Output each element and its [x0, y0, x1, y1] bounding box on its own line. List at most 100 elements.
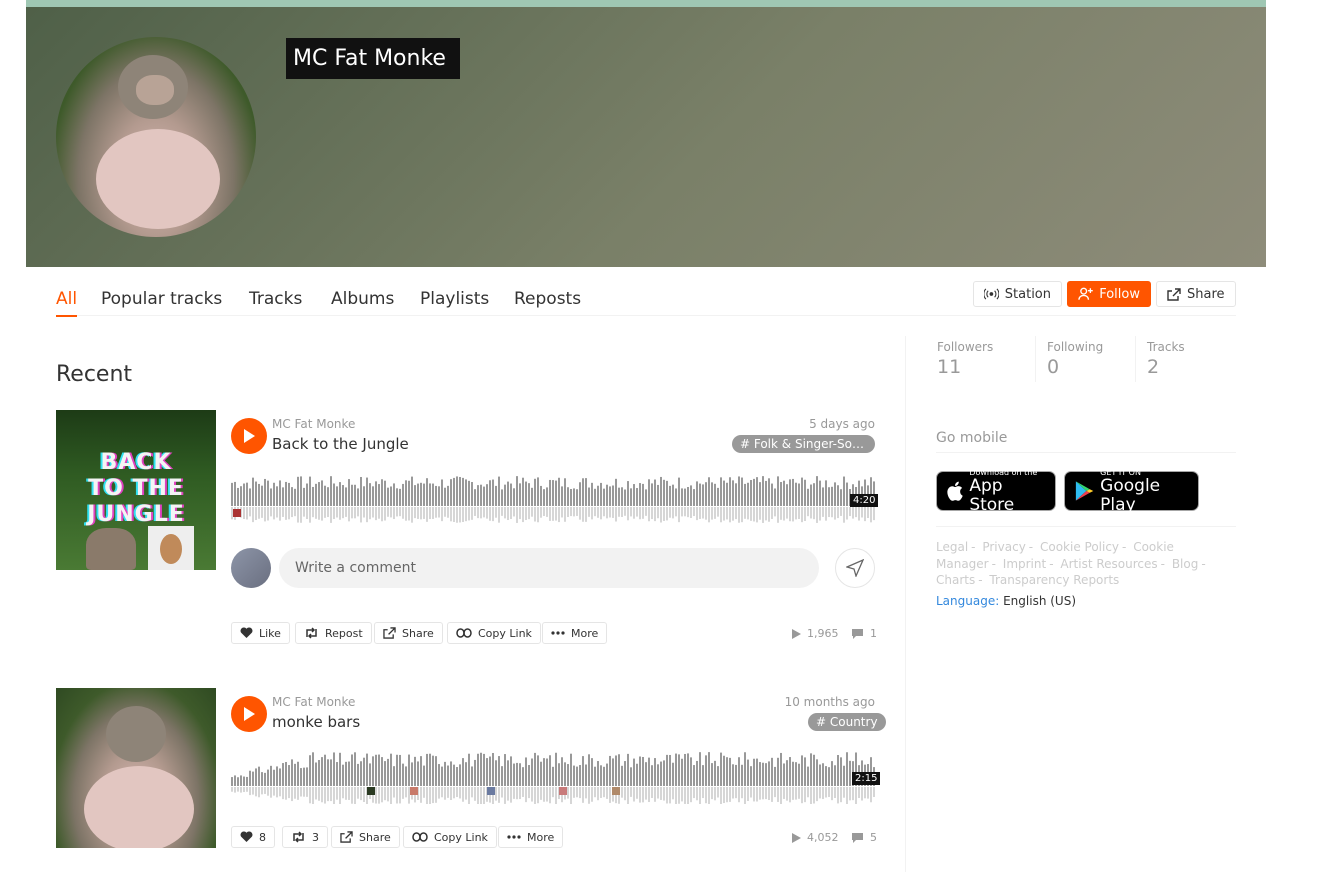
footer-link-artist-resources[interactable]: Artist Resources: [1060, 557, 1157, 571]
footer-link-privacy[interactable]: Privacy: [982, 540, 1025, 554]
follow-label: Follow: [1099, 286, 1140, 302]
waveform-bar: [408, 480, 410, 506]
google-play-badge[interactable]: GET IT ON Google Play: [1064, 468, 1199, 514]
waveform-bar: [363, 757, 365, 786]
waveform-bar-reflection: [612, 507, 614, 518]
footer-link-charts[interactable]: Charts: [936, 573, 975, 587]
follow-button[interactable]: Follow: [1067, 281, 1151, 307]
track-title[interactable]: Back to the Jungle: [272, 435, 409, 453]
track-artwork[interactable]: [56, 688, 216, 848]
waveform-bar: [417, 761, 419, 786]
comment-marker[interactable]: [612, 787, 620, 795]
waveform-bar-reflection: [642, 787, 644, 803]
genre-tag[interactable]: # Country: [808, 713, 886, 731]
waveform-bar-reflection: [549, 787, 551, 804]
comment-marker[interactable]: [559, 787, 567, 795]
waveform-bar: [819, 764, 821, 786]
footer-link-legal[interactable]: Legal: [936, 540, 968, 554]
repost-button[interactable]: 3: [282, 826, 328, 848]
waveform-bar: [651, 483, 653, 506]
waveform-bar: [297, 761, 299, 786]
waveform[interactable]: [231, 746, 875, 804]
waveform-bar-reflection: [249, 507, 251, 517]
copy-link-button[interactable]: Copy Link: [447, 622, 541, 644]
waveform-bar: [384, 480, 386, 506]
tab-popular-tracks[interactable]: Popular tracks: [101, 289, 222, 315]
waveform-bar: [294, 488, 296, 506]
share-button[interactable]: Share: [374, 622, 443, 644]
footer-link-imprint[interactable]: Imprint: [1003, 557, 1046, 571]
waveform-bar-reflection: [720, 507, 722, 523]
play-button[interactable]: [231, 418, 267, 454]
profile-avatar[interactable]: [56, 37, 256, 237]
waveform-bar-reflection: [246, 787, 248, 792]
waveform-bar-reflection: [591, 787, 593, 802]
waveform-bar: [744, 483, 746, 506]
waveform-bar: [255, 768, 257, 786]
waveform-bar: [588, 754, 590, 786]
waveform-bar: [483, 486, 485, 506]
waveform-bar: [786, 760, 788, 786]
station-button[interactable]: Station: [973, 281, 1062, 307]
track-artist[interactable]: MC Fat Monke: [272, 417, 355, 431]
send-comment-button[interactable]: [835, 548, 875, 588]
repost-button[interactable]: Repost: [295, 622, 372, 644]
waveform-bar: [339, 482, 341, 506]
comment-count[interactable]: 5: [851, 831, 877, 844]
waveform-bar-reflection: [420, 507, 422, 520]
waveform-bar: [414, 485, 416, 506]
comment-marker[interactable]: [233, 509, 241, 517]
waveform-bar-reflection: [708, 507, 710, 523]
play-button[interactable]: [231, 696, 267, 732]
track-artist[interactable]: MC Fat Monke: [272, 695, 355, 709]
waveform-bar-reflection: [771, 507, 773, 519]
waveform-bar-reflection: [417, 507, 419, 519]
share-button[interactable]: Share: [331, 826, 400, 848]
waveform-bar: [747, 482, 749, 506]
following-stat[interactable]: Following 0: [1035, 336, 1135, 382]
waveform-bar: [432, 483, 434, 506]
waveform-bar-reflection: [255, 787, 257, 797]
tracks-stat[interactable]: Tracks 2: [1135, 336, 1235, 382]
waveform-bar-reflection: [270, 787, 272, 798]
footer-link-cookie-policy[interactable]: Cookie Policy: [1040, 540, 1119, 554]
like-button[interactable]: Like: [231, 622, 290, 644]
waveform-bar-reflection: [609, 507, 611, 518]
tab-albums[interactable]: Albums: [331, 289, 394, 315]
footer-link-transparency-reports[interactable]: Transparency Reports: [989, 573, 1119, 587]
tab-all[interactable]: All: [56, 289, 78, 317]
waveform-bar: [438, 764, 440, 786]
waveform-bar-reflection: [828, 787, 830, 797]
comment-count[interactable]: 1: [851, 627, 877, 640]
footer-link-blog[interactable]: Blog: [1172, 557, 1199, 571]
language-selector[interactable]: Language: English (US): [936, 594, 1076, 608]
comment-marker[interactable]: [410, 787, 418, 795]
app-store-badge[interactable]: Download on the App Store: [936, 468, 1056, 514]
followers-stat[interactable]: Followers 11: [937, 336, 1035, 382]
comment-input[interactable]: Write a comment: [279, 548, 819, 588]
waveform-bar-reflection: [393, 787, 395, 798]
more-button[interactable]: More: [542, 622, 608, 644]
genre-tag[interactable]: # Folk & Singer-Song...: [732, 435, 875, 453]
waveform-bar-reflection: [522, 787, 524, 797]
waveform-bar: [366, 477, 368, 506]
comment-marker[interactable]: [487, 787, 495, 795]
tab-reposts[interactable]: Reposts: [514, 289, 581, 315]
track-artwork[interactable]: BACK TO THE JUNGLE: [56, 410, 216, 570]
more-button[interactable]: More: [498, 826, 564, 848]
share-profile-button[interactable]: Share: [1156, 281, 1236, 307]
more-icon: [507, 835, 521, 839]
waveform-bar-reflection: [702, 787, 704, 799]
waveform-bar-reflection: [801, 787, 803, 804]
waveform[interactable]: [231, 470, 875, 524]
comment-marker[interactable]: [367, 787, 375, 795]
waveform-bar-reflection: [525, 507, 527, 521]
waveform-bar: [624, 761, 626, 786]
copy-link-button[interactable]: Copy Link: [403, 826, 497, 848]
waveform-bar: [276, 486, 278, 506]
tab-tracks[interactable]: Tracks: [249, 289, 302, 315]
waveform-bar: [561, 757, 563, 786]
tab-playlists[interactable]: Playlists: [420, 289, 489, 315]
like-button[interactable]: 8: [231, 826, 275, 848]
track-title[interactable]: monke bars: [272, 713, 360, 731]
